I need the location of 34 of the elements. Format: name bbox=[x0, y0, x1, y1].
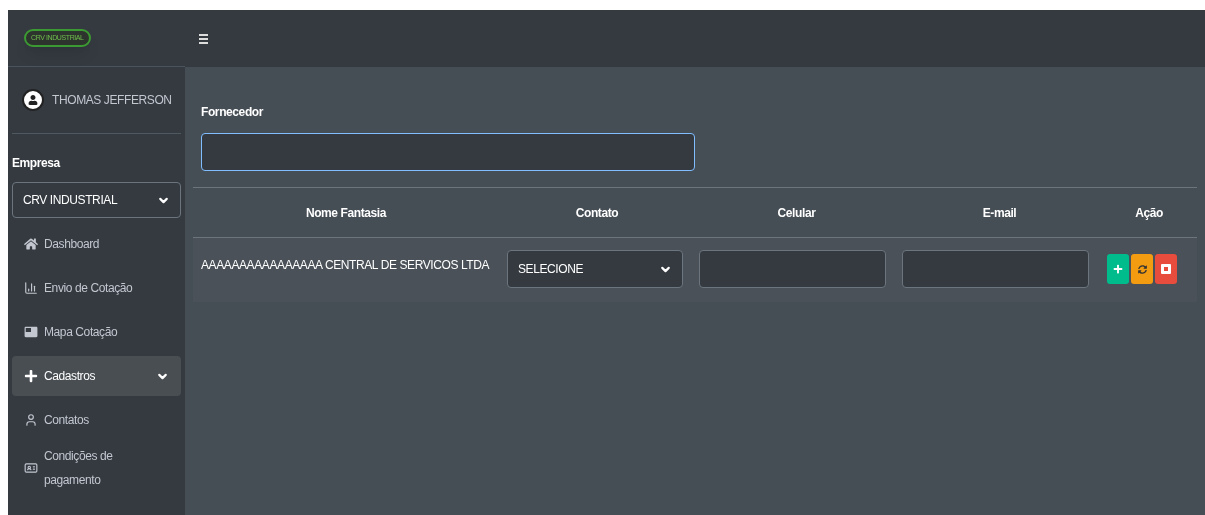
company-label: Empresa bbox=[12, 155, 62, 172]
id-card-icon bbox=[24, 461, 38, 475]
home-icon bbox=[24, 237, 38, 251]
person-icon bbox=[24, 413, 38, 427]
column-header: Ação bbox=[1134, 204, 1164, 222]
phone-field[interactable] bbox=[699, 250, 886, 288]
email-field[interactable] bbox=[902, 250, 1089, 288]
card-icon bbox=[24, 325, 38, 339]
sidebar-item[interactable]: Contatos bbox=[12, 400, 181, 440]
sidebar-item[interactable]: Mapa Cotação bbox=[12, 312, 181, 352]
contact-select[interactable]: SELECIONE bbox=[507, 250, 683, 288]
avatar-icon bbox=[22, 89, 44, 111]
column-header: Celular bbox=[776, 204, 817, 222]
refresh-icon bbox=[1137, 264, 1147, 274]
user-name[interactable]: THOMAS JEFFERSON bbox=[52, 91, 172, 109]
column-header: Contato bbox=[574, 204, 620, 222]
refresh-button[interactable] bbox=[1131, 254, 1153, 284]
plus-icon bbox=[24, 369, 38, 383]
column-header: Nome Fantasia bbox=[304, 204, 388, 222]
table-cell-text: AAAAAAAAAAAAAAAA CENTRAL DE SERVICOS LTDA bbox=[200, 257, 491, 274]
company-select[interactable]: CRV INDUSTRIAL bbox=[12, 182, 181, 218]
sidebar-item[interactable]: Dashboard bbox=[12, 224, 181, 264]
supplier-label: Fornecedor bbox=[200, 104, 265, 121]
sidebar-item[interactable]: Condições de pagamento bbox=[12, 444, 181, 492]
sidebar-item[interactable]: Cadastros bbox=[12, 356, 181, 396]
column-header: E-mail bbox=[981, 204, 1018, 222]
sidebar-item[interactable]: Envio de Cotação bbox=[12, 268, 181, 308]
supplier-field[interactable] bbox=[201, 133, 695, 171]
menu-icon[interactable] bbox=[199, 33, 208, 44]
plus-icon bbox=[1113, 264, 1123, 274]
add-button[interactable] bbox=[1107, 254, 1129, 284]
delete-icon bbox=[1161, 264, 1171, 274]
delete-button[interactable] bbox=[1155, 254, 1177, 284]
bar-chart-icon bbox=[24, 281, 38, 295]
